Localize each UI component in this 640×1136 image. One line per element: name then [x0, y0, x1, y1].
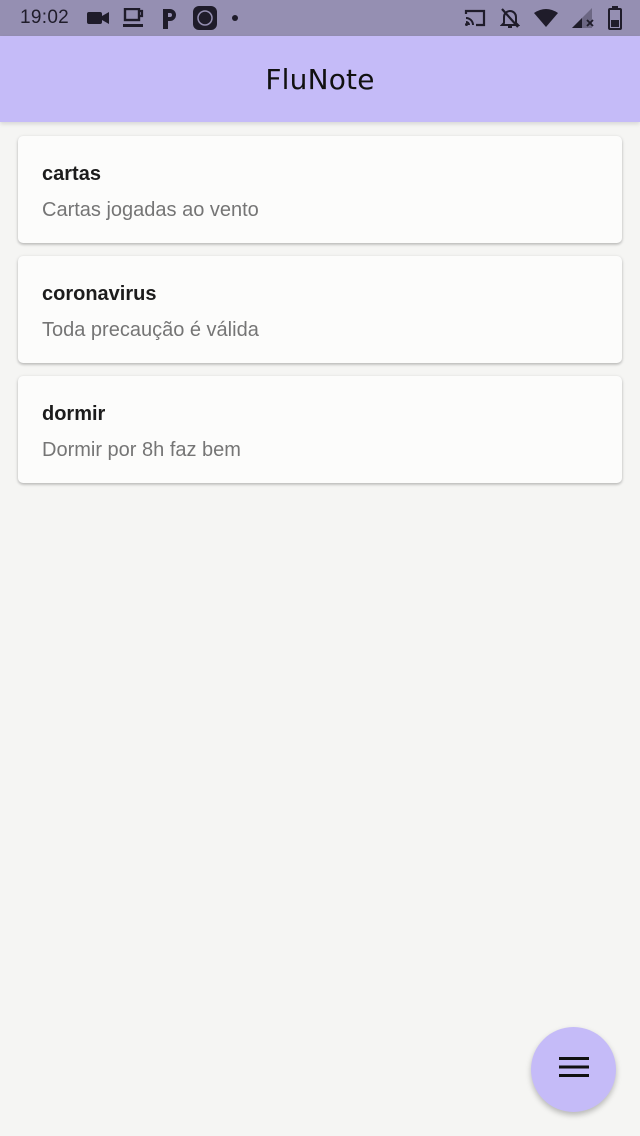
status-time: 19:02 — [20, 7, 70, 28]
note-description: Cartas jogadas ao vento — [42, 199, 259, 221]
note-title: dormir — [42, 403, 106, 425]
note-card-dormir[interactable]: dormir Dormir por 8h faz bem — [18, 376, 622, 483]
circle-app-icon — [193, 6, 218, 30]
note-list: cartas Cartas jogadas ao vento coronavir… — [18, 136, 622, 496]
note-description: Toda precaução é válida — [42, 319, 259, 341]
status-bar-left: 19:02 — [20, 6, 253, 30]
status-bar: 19:02 — [0, 0, 640, 36]
note-title: coronavirus — [42, 283, 157, 305]
menu-fab-button[interactable] — [531, 1027, 616, 1112]
app-title: FluNote — [265, 62, 375, 96]
note-card-coronavirus[interactable]: coronavirus Toda precaução é válida — [18, 256, 622, 363]
battery-icon — [608, 6, 622, 30]
status-bar-right — [450, 6, 622, 30]
cup-icon — [123, 8, 145, 28]
signal-icon — [572, 8, 594, 28]
note-title: cartas — [42, 163, 101, 185]
wifi-icon — [534, 9, 558, 27]
video-icon — [87, 10, 110, 26]
p-app-icon — [159, 7, 179, 29]
dot-icon — [231, 14, 239, 22]
note-card-cartas[interactable]: cartas Cartas jogadas ao vento — [18, 136, 622, 243]
cast-icon — [464, 9, 486, 27]
mute-icon — [500, 7, 520, 29]
menu-icon — [558, 1056, 589, 1083]
note-description: Dormir por 8h faz bem — [42, 439, 241, 461]
app-bar: FluNote — [0, 36, 640, 122]
